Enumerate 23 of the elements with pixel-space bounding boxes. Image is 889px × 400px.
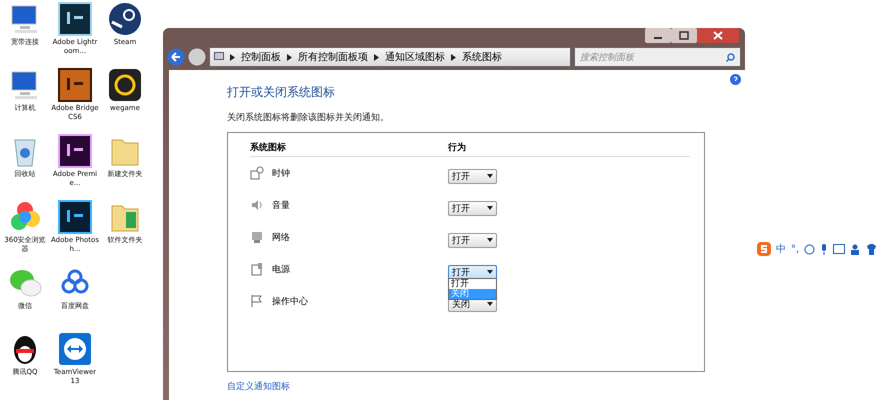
customize-link[interactable]: 自定义通知图标 [227,380,745,393]
breadcrumb-item[interactable]: 所有控制面板项 [298,50,368,64]
column-header: 行为 [448,141,466,154]
row-label: 操作中心 [272,296,308,308]
behavior-dropdown[interactable]: 打开 [448,200,497,216]
column-header: 系统图标 [250,141,287,154]
description-text: 关闭系统图标将删除该图标并关闭通知。 [227,112,390,124]
ime-toggle[interactable]: °, [791,244,800,254]
behavior-dropdown[interactable]: 打开 [448,168,497,184]
ime-toggle[interactable]: 中 [776,242,786,256]
breadcrumb-item[interactable]: 系统图标 [462,50,502,64]
row-label: 音量 [272,200,290,212]
dropdown-option[interactable]: 打开 [449,279,496,289]
breadcrumb-item[interactable]: 控制面板 [241,50,281,64]
page-heading: 打开或关闭系统图标 [227,84,336,101]
breadcrumb-item[interactable]: 通知区域图标 [385,50,445,64]
search-placeholder: 搜索控制面板 [580,52,634,64]
behavior-dropdown[interactable]: 打开 [448,264,497,280]
row-label: 网络 [272,232,290,244]
row-label: 时钟 [272,168,290,180]
row-label: 电源 [272,264,290,276]
address-bar[interactable]: 控制面板 所有控制面板项 通知区域图标 系统图标 [209,47,571,67]
behavior-dropdown[interactable]: 打开 [448,232,497,248]
